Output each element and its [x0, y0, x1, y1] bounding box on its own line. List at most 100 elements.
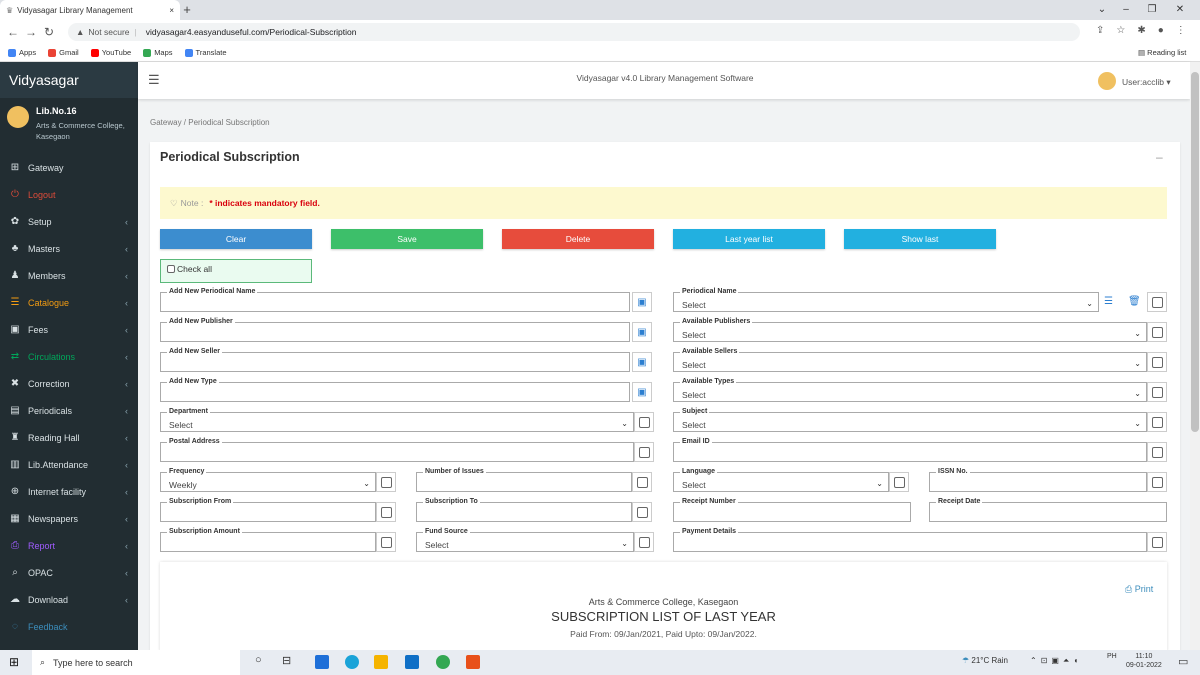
last-year-list-button[interactable]: Last year list	[673, 229, 825, 249]
share-icon[interactable]: ⇪	[1096, 25, 1104, 36]
browser-tab[interactable]: ♛ Vidyasagar Library Management ×	[0, 0, 180, 20]
add-type-input[interactable]: Add New Type	[160, 378, 630, 402]
maximize-button[interactable]: ❐	[1140, 0, 1164, 20]
user-avatar[interactable]	[1098, 72, 1116, 90]
show-last-button[interactable]: Show last	[844, 229, 996, 249]
types-checkbox[interactable]	[1147, 382, 1167, 402]
minimize-button[interactable]: –	[1114, 0, 1138, 20]
sidebar-item-opac[interactable]: ⌕ OPAC ‹	[0, 559, 138, 586]
frequency-checkbox[interactable]	[376, 472, 396, 492]
print-button[interactable]: ⎙ Print	[1125, 584, 1153, 595]
receipt-number-input[interactable]: Receipt Number	[673, 498, 911, 522]
save-button[interactable]: Save	[331, 229, 483, 249]
delete-button[interactable]: Delete	[502, 229, 654, 249]
payment-details-input[interactable]: Payment Details	[673, 528, 1147, 552]
issn-checkbox[interactable]	[1147, 472, 1167, 492]
subscription-to-input[interactable]: Subscription To	[416, 498, 632, 522]
breadcrumb[interactable]: Gateway / Periodical Subscription	[150, 118, 270, 127]
save-periodical-icon[interactable]: ▣	[632, 292, 652, 312]
subscription-from-input[interactable]: Subscription From	[160, 498, 376, 522]
sidebar-item-logout[interactable]: ⏻ Logout	[0, 181, 138, 208]
subscription-to-checkbox[interactable]	[632, 502, 652, 522]
check-all-checkbox[interactable]	[167, 265, 175, 273]
collapse-button[interactable]: –	[1156, 150, 1163, 164]
sidebar-item-masters[interactable]: ♣ Masters ‹	[0, 235, 138, 262]
sidebar-item-feedback[interactable]: ◌ Feedback	[0, 613, 138, 640]
close-window-button[interactable]: ✕	[1168, 0, 1192, 20]
task-view-icon[interactable]: ⊟	[282, 654, 291, 667]
fund-source-checkbox[interactable]	[634, 532, 654, 552]
bookmark-maps[interactable]: Maps	[143, 48, 173, 57]
subject-select[interactable]: Subject Select ⌄	[673, 408, 1147, 432]
store-icon[interactable]	[315, 655, 329, 669]
bookmark-gmail[interactable]: Gmail	[48, 48, 79, 57]
bookmark-translate[interactable]: Translate	[184, 48, 227, 57]
windows-start-icon[interactable]: ⊞	[9, 655, 19, 669]
sidebar-item-reading-hall[interactable]: ♜ Reading Hall ‹	[0, 424, 138, 451]
amount-checkbox[interactable]	[376, 532, 396, 552]
forward-icon[interactable]: →	[22, 25, 40, 39]
sidebar-item-members[interactable]: ♟ Members ‹	[0, 262, 138, 289]
periodical-name-select[interactable]: Periodical Name Select ⌄	[673, 288, 1099, 312]
save-publisher-icon[interactable]: ▣	[632, 322, 652, 342]
star-icon[interactable]: ☆	[1116, 25, 1125, 36]
sidebar-item-gateway[interactable]: ⊞ Gateway	[0, 154, 138, 181]
add-publisher-input[interactable]: Add New Publisher	[160, 318, 630, 342]
sidebar-item-report[interactable]: ⎙ Report ‹	[0, 532, 138, 559]
receipt-date-input[interactable]: Receipt Date	[929, 498, 1167, 522]
profile-icon[interactable]: ●	[1158, 25, 1164, 36]
language-select[interactable]: Language Select ⌄	[673, 468, 889, 492]
chrome-icon[interactable]	[436, 655, 450, 669]
sidebar-item-download[interactable]: ☁ Download ‹	[0, 586, 138, 613]
edge-icon[interactable]	[345, 655, 359, 669]
new-tab-button[interactable]: +	[180, 2, 194, 18]
clear-button[interactable]: Clear	[160, 229, 312, 249]
sidebar-item-newspapers[interactable]: ▦ Newspapers ‹	[0, 505, 138, 532]
scrollbar-thumb[interactable]	[1191, 72, 1199, 432]
file-explorer-icon[interactable]	[374, 655, 388, 669]
sellers-checkbox[interactable]	[1147, 352, 1167, 372]
cortana-icon[interactable]: ○	[255, 654, 262, 666]
sidebar-item-setup[interactable]: ✿ Setup ‹	[0, 208, 138, 235]
omnibox[interactable]: ▲ Not secure | vidyasagar4.easyanduseful…	[68, 23, 1080, 41]
periodical-name-checkbox[interactable]	[1147, 292, 1167, 312]
sidebar-item-fees[interactable]: ▣ Fees ‹	[0, 316, 138, 343]
taskbar-search[interactable]: ⌕ Type here to search	[32, 650, 240, 675]
add-periodical-input[interactable]: Add New Periodical Name	[160, 288, 630, 312]
subscription-amount-input[interactable]: Subscription Amount	[160, 528, 376, 552]
kebab-menu-icon[interactable]: ⋮	[1176, 25, 1186, 36]
bookmark-youtube[interactable]: YouTube	[90, 48, 131, 57]
postal-address-checkbox[interactable]	[634, 442, 654, 462]
bookmark-apps[interactable]: Apps	[8, 48, 36, 57]
sidebar-item-correction[interactable]: ✖ Correction ‹	[0, 370, 138, 397]
issn-input[interactable]: ISSN No.	[929, 468, 1147, 492]
weather-widget[interactable]: ☂ 21°C Rain	[962, 656, 1008, 665]
language-checkbox[interactable]	[889, 472, 909, 492]
brand-logo[interactable]: Vidyasagar	[0, 62, 138, 98]
mail-icon[interactable]	[405, 655, 419, 669]
user-menu[interactable]: User:acclib ▾	[1122, 77, 1171, 88]
tab-close-icon[interactable]: ×	[169, 6, 174, 15]
subscription-from-checkbox[interactable]	[376, 502, 396, 522]
sidebar-item-circulations[interactable]: ⇄ Circulations ‹	[0, 343, 138, 370]
department-checkbox[interactable]	[634, 412, 654, 432]
clock[interactable]: 11:10 09-01-2022	[1126, 652, 1162, 670]
check-all[interactable]: Check all	[160, 259, 312, 283]
reading-list[interactable]: ▤ Reading list	[1138, 48, 1186, 57]
fund-source-select[interactable]: Fund Source Select ⌄	[416, 528, 634, 552]
hamburger-menu-icon[interactable]: ☰	[148, 72, 160, 88]
department-select[interactable]: Department Select ⌄	[160, 408, 634, 432]
email-field[interactable]: Email ID	[673, 438, 1147, 462]
subject-checkbox[interactable]	[1147, 412, 1167, 432]
extensions-icon[interactable]: ✱	[1137, 25, 1145, 36]
tray-icons[interactable]: ⌃⊡▣⏶◖	[1030, 656, 1082, 666]
input-language[interactable]: PH	[1107, 652, 1117, 661]
frequency-select[interactable]: Frequency Weekly ⌄	[160, 468, 376, 492]
publishers-select[interactable]: Available Publishers Select ⌄	[673, 318, 1147, 342]
email-checkbox[interactable]	[1147, 442, 1167, 462]
reload-icon[interactable]: ↻	[40, 25, 58, 39]
save-type-icon[interactable]: ▣	[632, 382, 652, 402]
back-icon[interactable]: ←	[4, 25, 22, 39]
sidebar-item-lib-attendance[interactable]: ▥ Lib.Attendance ‹	[0, 451, 138, 478]
sidebar-item-catalogue[interactable]: ☰ Catalogue ‹	[0, 289, 138, 316]
